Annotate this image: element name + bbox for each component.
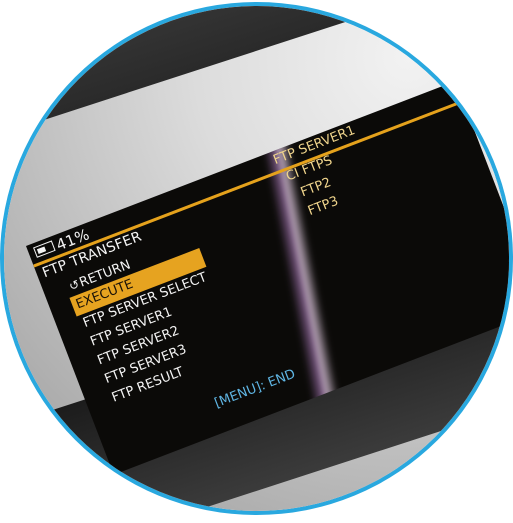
menu-end-hint: [MENU]: END <box>212 366 298 412</box>
battery-icon <box>33 240 56 258</box>
camera-photo: 41% FTP TRANSFER ↺RETURN EXECUTE FTP SER… <box>4 6 509 511</box>
menu-highlight-bar <box>33 99 464 268</box>
